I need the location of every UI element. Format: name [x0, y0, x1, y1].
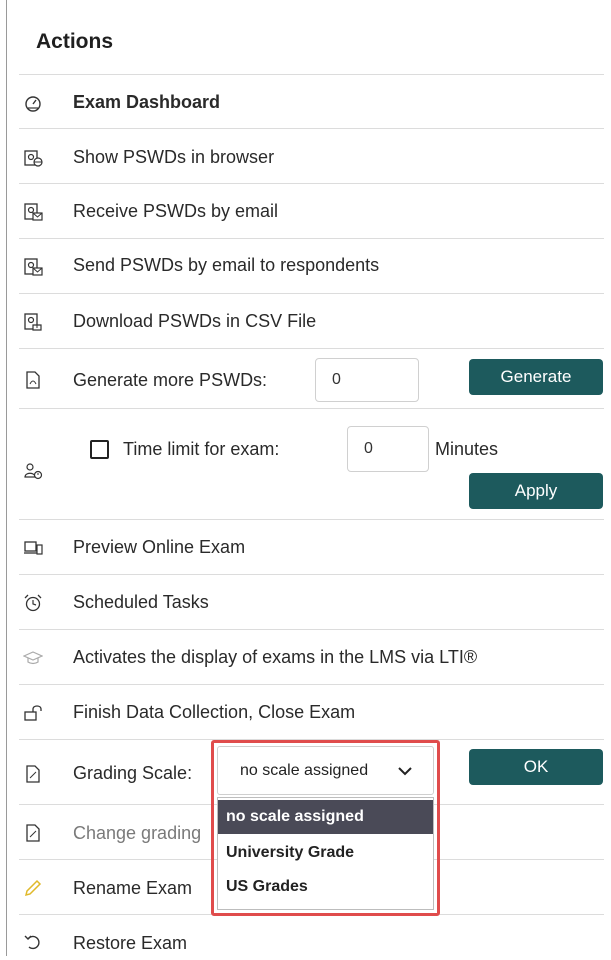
- document-icon: [23, 823, 43, 843]
- dashboard-icon: [23, 93, 43, 113]
- action-label: Show PSWDs in browser: [73, 147, 275, 167]
- undo-icon: [23, 932, 43, 952]
- receive-mail-icon: [23, 202, 43, 222]
- action-label: Preview Online Exam: [73, 537, 246, 557]
- action-label: Rename Exam: [73, 878, 193, 898]
- ok-button[interactable]: OK: [469, 749, 603, 785]
- document-icon: [23, 764, 43, 784]
- grading-option[interactable]: no scale assigned: [218, 800, 433, 834]
- grading-option[interactable]: University Grade: [218, 836, 433, 870]
- action-exam-dashboard[interactable]: Exam Dashboard: [19, 75, 604, 129]
- action-show-pswds-browser[interactable]: Show PSWDs in browser: [19, 129, 604, 184]
- grading-option[interactable]: US Grades: [218, 870, 433, 904]
- alarm-clock-icon: [23, 593, 43, 613]
- preview-icon: [23, 538, 43, 558]
- panel-header: Actions: [19, 0, 604, 75]
- action-label: Generate more PSWDs:: [73, 370, 268, 390]
- grading-scale-menu: no scale assigned University Grade US Gr…: [217, 797, 434, 910]
- send-mail-icon: [23, 257, 43, 277]
- pencil-icon: [23, 878, 43, 898]
- action-label: Send PSWDs by email to respondents: [73, 255, 380, 275]
- action-finish-data-collection[interactable]: Finish Data Collection, Close Exam: [19, 685, 604, 740]
- action-label: Time limit for exam:: [123, 439, 280, 459]
- pdf-icon: [23, 370, 43, 390]
- action-lti-display[interactable]: Activates the display of exams in the LM…: [19, 630, 604, 685]
- grading-scale-select[interactable]: no scale assigned: [217, 746, 434, 795]
- action-generate-pswds: Generate more PSWDs: 0 Generate: [19, 349, 604, 409]
- action-label: Download PSWDs in CSV File: [73, 311, 317, 331]
- time-limit-checkbox[interactable]: [90, 440, 109, 459]
- action-time-limit: Time limit for exam: 0 Minutes Apply: [19, 409, 604, 520]
- panel-title: Actions: [36, 30, 114, 53]
- action-download-pswds-csv[interactable]: Download PSWDs in CSV File: [19, 294, 604, 349]
- action-label: Restore Exam: [73, 933, 188, 953]
- action-label: Finish Data Collection, Close Exam: [73, 702, 356, 722]
- generate-button[interactable]: Generate: [469, 359, 603, 395]
- grading-selected-value: no scale assigned: [240, 762, 369, 779]
- action-label: Scheduled Tasks: [73, 592, 209, 612]
- download-csv-icon: [23, 312, 43, 332]
- browser-key-icon: [23, 148, 43, 168]
- generate-count-input[interactable]: 0: [315, 358, 419, 402]
- graduation-cap-icon: [23, 648, 43, 668]
- action-scheduled-tasks[interactable]: Scheduled Tasks: [19, 575, 604, 630]
- time-limit-unit: Minutes: [435, 439, 499, 459]
- action-receive-pswds-email[interactable]: Receive PSWDs by email: [19, 184, 604, 239]
- chevron-down-icon: [397, 764, 413, 776]
- time-limit-input[interactable]: 0: [347, 426, 429, 472]
- user-clock-icon: [23, 461, 43, 481]
- action-restore-exam[interactable]: Restore Exam: [19, 915, 604, 960]
- apply-button[interactable]: Apply: [469, 473, 603, 509]
- action-label: Activates the display of exams in the LM…: [73, 647, 478, 667]
- action-label: Grading Scale:: [73, 763, 193, 783]
- action-send-pswds-email[interactable]: Send PSWDs by email to respondents: [19, 239, 604, 294]
- unlock-icon: [23, 703, 43, 723]
- action-label: Receive PSWDs by email: [73, 201, 279, 221]
- action-label: Exam Dashboard: [73, 92, 221, 112]
- action-preview-online-exam[interactable]: Preview Online Exam: [19, 520, 604, 575]
- action-label: Change grading: [73, 823, 202, 843]
